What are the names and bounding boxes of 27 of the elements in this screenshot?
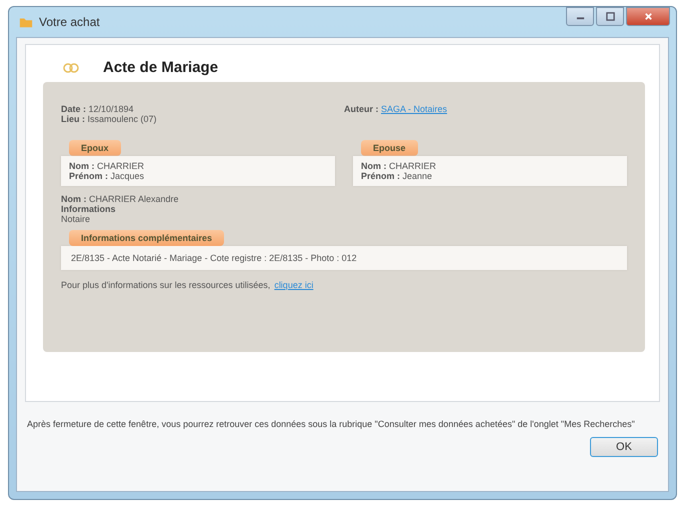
window-title: Votre achat (39, 15, 100, 29)
first-name-text: Prénom : Jeanne (361, 171, 434, 181)
minimize-button[interactable] (566, 7, 594, 26)
place-text: Lieu : Issamoulenc (07) (61, 114, 158, 124)
info-text: Informations (61, 204, 117, 214)
section-tag: Epouse (361, 140, 418, 156)
name-text: Nom : CHARRIER (69, 161, 146, 171)
more-info-link[interactable]: cliquez ici (274, 280, 314, 290)
first-name-text: Prénom : Jacques (69, 171, 146, 181)
author-link[interactable]: SAGA - Notaires (381, 104, 448, 114)
author-label: Auteur : (344, 104, 378, 114)
date-text: Date : 12/10/1894 (61, 104, 135, 114)
rings-icon (61, 62, 81, 74)
maximize-icon (606, 12, 614, 21)
maximize-button[interactable] (596, 7, 624, 26)
notice-text: Après fermeture de cette fenêtre, vous pourrez retrouver ces données sous la rubrique "Consulter mes données achetées" de l'onglet "Mes Recherches" (27, 418, 636, 431)
section-tag: Informations complémentaires (69, 230, 224, 246)
footer-text: Pour plus d'informations sur les ressources utilisées, (61, 280, 270, 290)
close-icon (644, 12, 652, 21)
close-button[interactable] (626, 7, 670, 26)
name-text: Nom : CHARRIER (361, 161, 438, 171)
info-text: 2E/8135 - Acte Notarié - Mariage - Cote registre : 2E/8135 - Photo : 012 (71, 253, 358, 263)
info-text: Notaire (61, 214, 92, 224)
section-tag: Epoux (69, 140, 121, 156)
ok-button[interactable]: OK (590, 436, 658, 457)
act-title: Acte de Mariage (103, 59, 218, 76)
info-text: Nom : CHARRIER Alexandre (61, 194, 180, 204)
